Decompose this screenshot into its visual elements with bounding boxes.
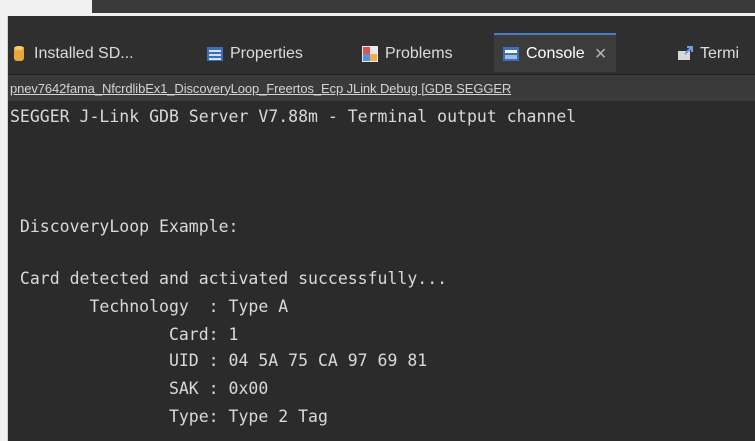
console-line: Card: 1 [10, 325, 239, 344]
console-launch-header: pnev7642fama_NfcrdlibEx1_DiscoveryLoop_F… [8, 75, 755, 101]
console-line: SEGGER J-Link GDB Server V7.88m - Termin… [10, 107, 577, 126]
close-icon[interactable]: × [595, 44, 607, 64]
tab-label: Termi [700, 45, 740, 62]
launch-configuration-title[interactable]: pnev7642fama_NfcrdlibEx1_DiscoveryLoop_F… [8, 81, 511, 96]
console-line: DiscoveryLoop Example: [10, 217, 239, 236]
tab-terminal[interactable]: Termi [676, 36, 739, 72]
tab-label: Properties [230, 45, 303, 62]
tab-console[interactable]: Console × [494, 33, 617, 72]
console-line: Card detected and activated successfully… [10, 269, 448, 288]
window-top-strip [0, 0, 755, 16]
console-output[interactable]: SEGGER J-Link GDB Server V7.88m - Termin… [8, 101, 755, 441]
view-tab-bar: Installed SD... Properties Problems Cons… [8, 16, 755, 75]
terminal-icon [676, 45, 694, 63]
console-line: UID : 04 5A 75 CA 97 69 81 [10, 351, 428, 370]
ide-window: Installed SD... Properties Problems Cons… [0, 0, 755, 441]
tab-label: Installed SD... [34, 45, 134, 62]
tab-label: Problems [385, 45, 453, 62]
tab-problems[interactable]: Problems [361, 36, 453, 72]
console-line: Type: Type 2 Tag [10, 407, 328, 426]
problems-icon [361, 45, 379, 63]
cylinder-icon [10, 45, 28, 63]
properties-icon [206, 45, 224, 63]
tab-installed-sdks[interactable]: Installed SD... [10, 36, 134, 72]
window-top-dark-edge [92, 0, 755, 13]
tab-properties[interactable]: Properties [206, 36, 303, 72]
console-line: SAK : 0x00 [10, 379, 269, 398]
console-line: Technology : Type A [10, 297, 289, 316]
left-gutter [0, 16, 8, 441]
console-icon [502, 45, 520, 63]
tab-label: Console [526, 44, 585, 62]
